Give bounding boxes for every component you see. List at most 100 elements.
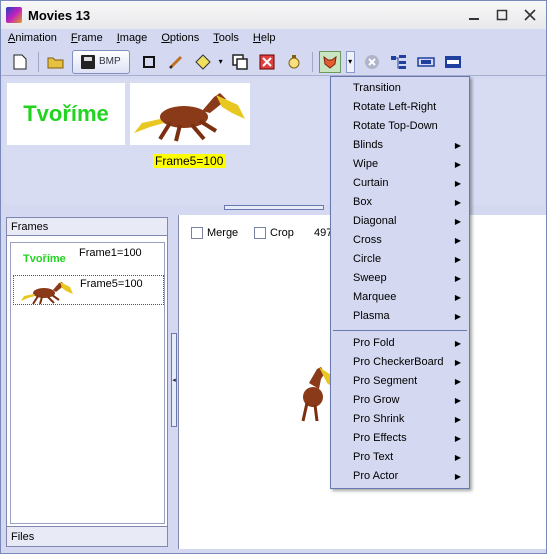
menu-item-label: Pro Actor	[353, 470, 399, 482]
frame-item-label: Frame1=100	[79, 247, 142, 259]
submenu-arrow-icon: ▶	[454, 293, 461, 302]
close-button[interactable]	[520, 5, 540, 25]
rectangle-tool-button[interactable]	[138, 51, 160, 73]
menu-item-pro-fold[interactable]: Pro Fold ▶	[331, 334, 469, 353]
submenu-arrow-icon: ▶	[454, 415, 461, 424]
open-folder-button[interactable]	[45, 51, 67, 73]
submenu-arrow-icon: ▶	[454, 396, 461, 405]
menu-item-plasma[interactable]: Plasma ▶	[331, 307, 469, 326]
diamond-dropdown-arrow[interactable]: ▾	[219, 57, 223, 66]
menu-item-pro-checkerboard[interactable]: Pro CheckerBoard ▶	[331, 353, 469, 372]
stretch-horizontal-icon	[416, 56, 435, 67]
diamond-icon	[194, 53, 211, 70]
menu-item-pro-shrink[interactable]: Pro Shrink ▶	[331, 410, 469, 429]
menu-item-label: Pro Fold	[353, 337, 395, 349]
menu-accelerator-letter: O	[161, 32, 170, 44]
merge-checkbox[interactable]	[191, 227, 203, 239]
pencil-tool-button[interactable]	[165, 51, 187, 73]
menu-item-marquee[interactable]: Marquee ▶	[331, 288, 469, 307]
menu-label-rest: rame	[77, 32, 103, 44]
menu-item-cross[interactable]: Cross ▶	[331, 231, 469, 250]
horizontal-splitter-handle[interactable]	[224, 205, 324, 210]
menu-label-rest: ptions	[169, 32, 200, 44]
menu-item-pro-effects[interactable]: Pro Effects ▶	[331, 429, 469, 448]
frames-list[interactable]: Tvoříme Frame1=100 Frame5=100	[10, 242, 165, 524]
effects-dropdown-arrow[interactable]: ▾	[345, 50, 355, 73]
delete-frame-button[interactable]	[256, 51, 278, 73]
minimize-icon	[469, 18, 479, 20]
vertical-splitter-handle[interactable]: ◂	[171, 333, 177, 427]
app-icon	[6, 7, 22, 23]
menu-item-label: Sweep	[353, 272, 387, 284]
menu-options[interactable]: Options	[154, 32, 206, 44]
crop-label: Crop	[270, 227, 294, 239]
timer-button[interactable]	[283, 51, 305, 73]
menu-item-rotate-top-down[interactable]: Rotate Top-Down	[331, 117, 469, 136]
menu-tools[interactable]: Tools	[206, 32, 246, 44]
crop-checkbox[interactable]	[254, 227, 266, 239]
copy-frame-button[interactable]	[229, 51, 251, 73]
maximize-button[interactable]	[492, 5, 512, 25]
menu-label-rest: nimation	[15, 32, 57, 44]
new-file-icon	[13, 54, 27, 69]
title-frame-thumbnail[interactable]: Tvoříme	[7, 83, 125, 145]
effects-dropdown-menu: Transition Rotate Left-Right Rotate Top-Do…	[330, 76, 470, 489]
effects-button[interactable]	[318, 50, 341, 73]
menu-item-curtain[interactable]: Curtain ▶	[331, 174, 469, 193]
new-file-button[interactable]	[9, 51, 31, 73]
stretch-h-button[interactable]	[415, 51, 437, 73]
frame-list-item[interactable]: Tvoříme Frame1=100	[13, 245, 164, 275]
menu-bar: Animation Frame Image Options Tools Help	[1, 29, 546, 47]
diamond-tool-button[interactable]	[192, 51, 214, 73]
cancel-button[interactable]	[361, 51, 383, 73]
menu-help[interactable]: Help	[246, 32, 283, 44]
menu-item-sweep[interactable]: Sweep ▶	[331, 269, 469, 288]
menu-item-wipe[interactable]: Wipe ▶	[331, 155, 469, 174]
menu-separator	[333, 330, 467, 331]
menu-label-rest: elp	[260, 32, 276, 44]
menu-label-rest: ools	[218, 32, 239, 44]
menu-item-circle[interactable]: Circle ▶	[331, 250, 469, 269]
menu-item-blinds[interactable]: Blinds ▶	[331, 136, 469, 155]
submenu-arrow-icon: ▶	[454, 434, 461, 443]
submenu-arrow-icon: ▶	[454, 179, 461, 188]
menu-item-pro-actor[interactable]: Pro Actor ▶	[331, 467, 469, 486]
menu-item-box[interactable]: Box ▶	[331, 193, 469, 212]
align-left-button[interactable]	[388, 51, 410, 73]
menu-item-label: Circle	[353, 253, 382, 265]
copy-frames-icon	[231, 53, 248, 70]
close-icon	[524, 9, 536, 21]
horse-thumbnail-image	[21, 282, 73, 305]
submenu-arrow-icon: ▶	[454, 472, 461, 481]
menu-item-pro-segment[interactable]: Pro Segment ▶	[331, 372, 469, 391]
maximize-icon	[496, 9, 508, 21]
menu-animation[interactable]: Animation	[1, 32, 64, 44]
menu-frame[interactable]: Frame	[64, 32, 110, 44]
menu-item-transition[interactable]: Transition	[331, 79, 469, 98]
frame-item-label: Frame5=100	[80, 278, 143, 290]
menu-item-pro-text[interactable]: Pro Text ▶	[331, 448, 469, 467]
horse-frame-thumbnail[interactable]	[130, 83, 250, 145]
title-frame-text: Tvoříme	[23, 101, 109, 126]
toolbar: BMP ▾ ▾	[1, 48, 546, 76]
menu-item-label: Pro CheckerBoard	[353, 356, 444, 368]
stretch-v-button[interactable]	[442, 51, 464, 73]
menu-image[interactable]: Image	[110, 32, 155, 44]
frames-panel-header: Frames	[7, 218, 167, 236]
menu-label-rest: mage	[119, 32, 148, 44]
menu-item-pro-grow[interactable]: Pro Grow ▶	[331, 391, 469, 410]
save-bmp-button[interactable]: BMP	[72, 49, 130, 74]
title-bar: Movies 13	[1, 1, 546, 29]
frames-panel: Frames Tvoříme Frame1=100 Frame5=100 Fil…	[6, 217, 168, 547]
merge-checkbox-row[interactable]: Merge	[191, 227, 238, 239]
menu-item-label: Rotate Left-Right	[353, 101, 437, 113]
menu-item-diagonal[interactable]: Diagonal ▶	[331, 212, 469, 231]
crop-checkbox-row[interactable]: Crop	[254, 227, 294, 239]
minimize-button[interactable]	[464, 5, 484, 25]
menu-item-rotate-left-right[interactable]: Rotate Left-Right	[331, 98, 469, 117]
menu-item-label: Diagonal	[353, 215, 397, 227]
menu-item-label: Box	[353, 196, 372, 208]
menu-item-label: Marquee	[353, 291, 397, 303]
frame-list-item-selected[interactable]: Frame5=100	[13, 275, 164, 305]
menu-item-label: Pro Segment	[353, 375, 418, 387]
